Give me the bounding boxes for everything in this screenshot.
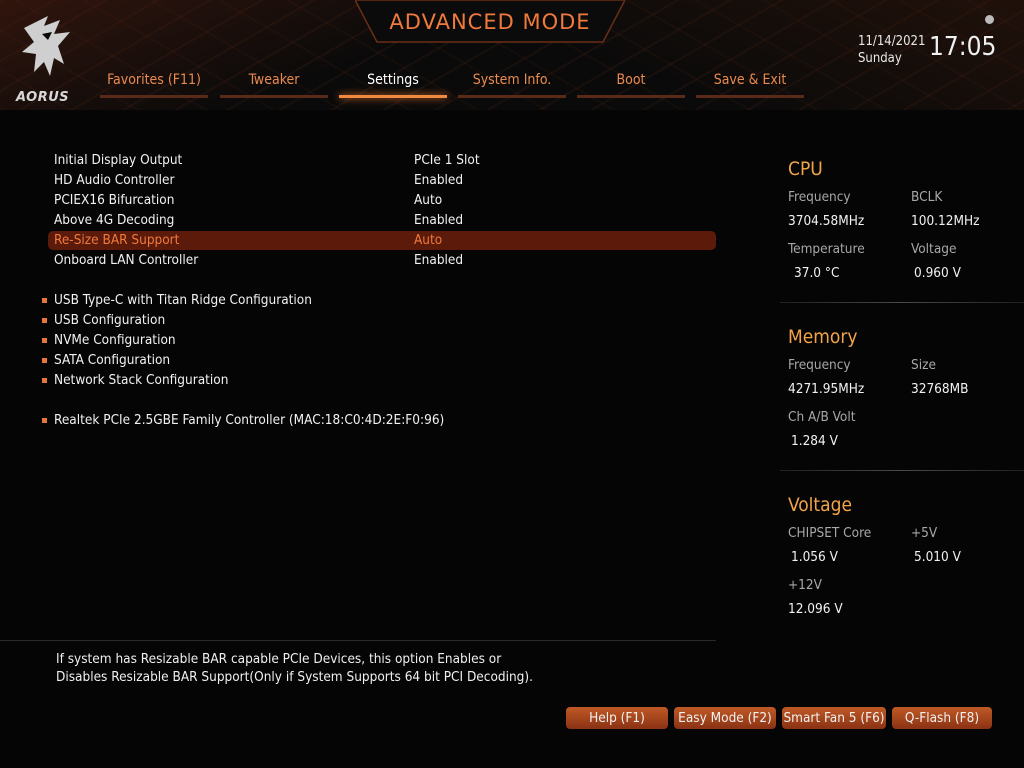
cpu-temperature-label: Temperature (788, 241, 865, 257)
day-text: Sunday (858, 51, 902, 66)
submenu-label: USB Type-C with Titan Ridge Configuratio… (54, 292, 312, 308)
tab-settings[interactable]: Settings (339, 72, 447, 98)
submenu-bullet-icon (42, 378, 47, 383)
help-description: If system has Resizable BAR capable PCIe… (56, 650, 716, 686)
logo-text: AORUS (16, 90, 70, 105)
cpu-bclk-label: BCLK (911, 189, 943, 205)
q-flash-button[interactable]: Q-Flash (F8) (892, 707, 992, 729)
tab-save-exit[interactable]: Save & Exit (696, 72, 804, 98)
submenu-nvme-configuration[interactable]: NVMe Configuration (42, 331, 716, 350)
setting-value[interactable]: Enabled (414, 251, 463, 270)
tab-underline (220, 95, 328, 98)
help-line: Disables Resizable BAR Support(Only if S… (56, 669, 533, 685)
plus-12v-value: 12.096 V (788, 601, 843, 617)
tab-underline (577, 95, 685, 98)
page-title: ADVANCED MODE (389, 10, 591, 34)
cpu-frequency-value: 3704.58MHz (788, 213, 865, 229)
settings-dot-icon[interactable] (985, 15, 994, 24)
setting-label: Onboard LAN Controller (54, 252, 199, 268)
tab-underline (458, 95, 566, 98)
memory-frequency-label: Frequency (788, 357, 851, 373)
smart-fan-button[interactable]: Smart Fan 5 (F6) (782, 707, 886, 729)
tab-favorites[interactable]: Favorites (F11) (100, 72, 208, 98)
setting-label: PCIEX16 Bifurcation (54, 192, 175, 208)
setting-value[interactable]: PCIe 1 Slot (414, 151, 480, 170)
submenu-label: Realtek PCIe 2.5GBE Family Controller (M… (54, 412, 445, 428)
memory-panel: Memory Frequency Size 4271.95MHz 32768MB… (788, 326, 1018, 449)
submenu-realtek-lan[interactable]: Realtek PCIe 2.5GBE Family Controller (M… (42, 411, 716, 430)
date-display: 11/14/2021 Sunday (858, 33, 925, 67)
submenu-network-stack[interactable]: Network Stack Configuration (42, 371, 716, 390)
title-banner: ADVANCED MODE (355, 0, 625, 44)
memory-volt-label: Ch A/B Volt (788, 409, 856, 425)
tab-underline (339, 95, 447, 98)
setting-onboard-lan-controller[interactable]: Onboard LAN Controller Enabled (46, 251, 716, 270)
cpu-temperature-value: 37.0 °C (794, 265, 840, 281)
tab-label: Save & Exit (713, 72, 787, 88)
setting-value[interactable]: Enabled (414, 211, 463, 230)
help-button[interactable]: Help (F1) (566, 707, 668, 729)
voltage-panel: Voltage CHIPSET Core +5V 1.056 V 5.010 V… (788, 494, 1018, 617)
submenu-label: NVMe Configuration (54, 332, 176, 348)
memory-title: Memory (788, 326, 858, 348)
memory-size-value: 32768MB (911, 381, 969, 397)
date-text: 11/14/2021 (858, 34, 926, 49)
cpu-bclk-value: 100.12MHz (911, 213, 980, 229)
tab-label: System Info. (472, 72, 552, 88)
setting-initial-display-output[interactable]: Initial Display Output PCIe 1 Slot (46, 151, 716, 170)
easy-mode-button[interactable]: Easy Mode (F2) (674, 707, 776, 729)
tab-underline (100, 95, 208, 98)
submenu-bullet-icon (42, 418, 47, 423)
setting-pciex16-bifurcation[interactable]: PCIEX16 Bifurcation Auto (46, 191, 716, 210)
setting-value[interactable]: Auto (414, 191, 442, 210)
tab-label: Tweaker (248, 72, 300, 88)
clock: 17:05 (929, 32, 997, 62)
cpu-voltage-label: Voltage (911, 241, 957, 257)
cpu-title: CPU (788, 158, 823, 180)
tab-system-info[interactable]: System Info. (458, 72, 566, 98)
cpu-panel: CPU Frequency BCLK 3704.58MHz 100.12MHz … (788, 158, 1018, 281)
tab-underline (696, 95, 804, 98)
help-divider (0, 640, 716, 641)
panel-divider (780, 470, 1024, 471)
submenu-bullet-icon (42, 338, 47, 343)
setting-hd-audio-controller[interactable]: HD Audio Controller Enabled (46, 171, 716, 190)
memory-size-label: Size (911, 357, 936, 373)
cpu-frequency-label: Frequency (788, 189, 851, 205)
plus-5v-value: 5.010 V (914, 549, 961, 565)
submenu-usb-type-c[interactable]: USB Type-C with Titan Ridge Configuratio… (42, 291, 716, 310)
submenu-sata-configuration[interactable]: SATA Configuration (42, 351, 716, 370)
setting-label: Initial Display Output (54, 152, 183, 168)
tab-label: Favorites (F11) (107, 72, 201, 88)
setting-value[interactable]: Enabled (414, 171, 463, 190)
setting-resize-bar-support[interactable]: Re-Size BAR Support Auto (48, 231, 716, 250)
submenu-label: Network Stack Configuration (54, 372, 229, 388)
tab-boot[interactable]: Boot (577, 72, 685, 98)
setting-label: Re-Size BAR Support (54, 232, 180, 248)
memory-volt-value: 1.284 V (791, 433, 838, 449)
submenu-label: USB Configuration (54, 312, 166, 328)
setting-above-4g-decoding[interactable]: Above 4G Decoding Enabled (46, 211, 716, 230)
submenu-usb-configuration[interactable]: USB Configuration (42, 311, 716, 330)
plus-5v-label: +5V (911, 525, 938, 541)
memory-frequency-value: 4271.95MHz (788, 381, 865, 397)
help-line: If system has Resizable BAR capable PCIe… (56, 651, 502, 667)
plus-12v-label: +12V (788, 577, 822, 593)
setting-value[interactable]: Auto (414, 231, 442, 250)
tab-tweaker[interactable]: Tweaker (220, 72, 328, 98)
tab-label: Boot (616, 72, 646, 88)
voltage-title: Voltage (788, 494, 852, 516)
setting-label: HD Audio Controller (54, 172, 175, 188)
tab-label: Settings (367, 72, 419, 88)
submenu-bullet-icon (42, 298, 47, 303)
submenu-bullet-icon (42, 318, 47, 323)
setting-label: Above 4G Decoding (54, 212, 175, 228)
cpu-voltage-value: 0.960 V (914, 265, 961, 281)
submenu-bullet-icon (42, 358, 47, 363)
submenu-label: SATA Configuration (54, 352, 171, 368)
chipset-core-value: 1.056 V (791, 549, 838, 565)
panel-divider (780, 302, 1024, 303)
chipset-core-label: CHIPSET Core (788, 525, 872, 541)
